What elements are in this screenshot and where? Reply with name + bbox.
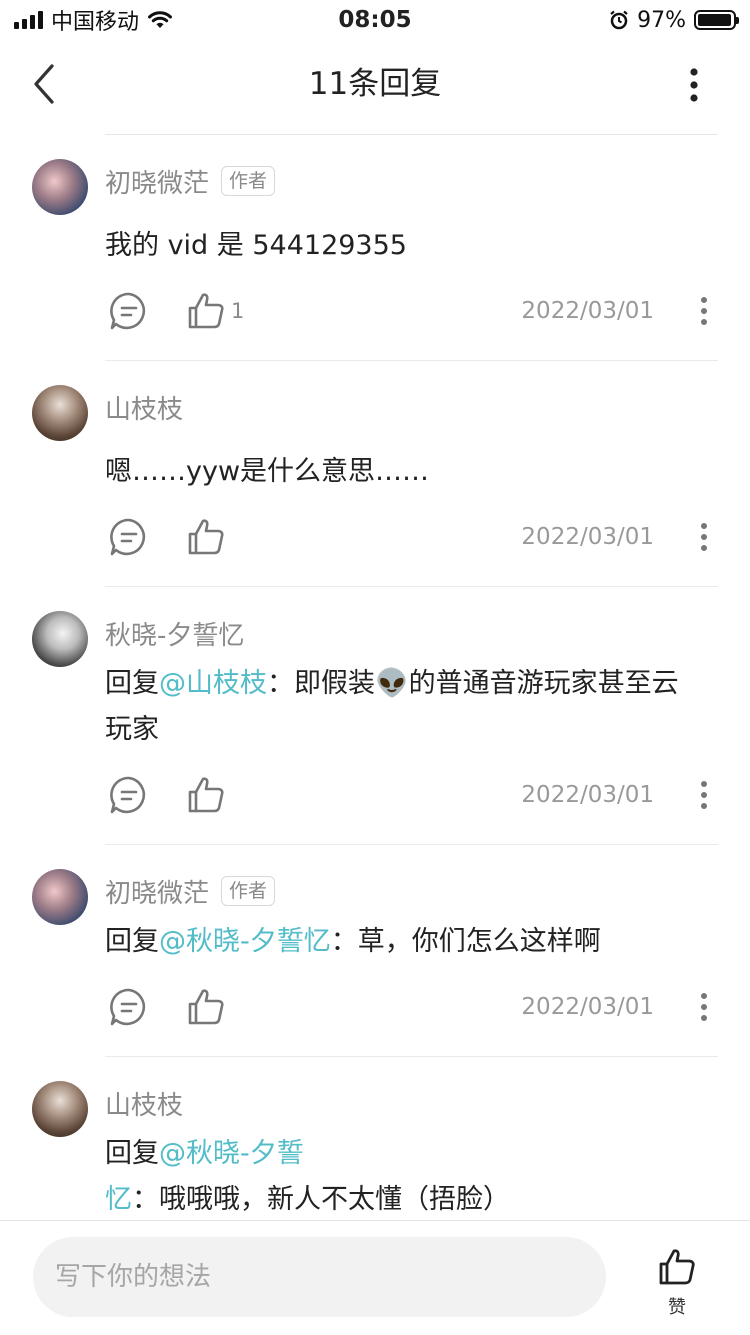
mention-link[interactable]: @秋晓-夕誓忆 — [159, 926, 331, 957]
username[interactable]: 初晓微茫 — [105, 163, 209, 200]
like-button[interactable] — [187, 515, 225, 559]
more-vertical-icon[interactable] — [696, 779, 712, 811]
thumbs-up-icon — [188, 519, 224, 555]
comment-body: ：哦哦哦，新人不太懂（捂脸） — [132, 1184, 510, 1215]
nav-bar: 11条回复 — [0, 40, 750, 134]
comment-actions: 1 2022/03/01 — [105, 289, 718, 333]
battery-icon — [694, 10, 739, 30]
avatar[interactable] — [32, 159, 88, 215]
page-title: 11条回复 — [308, 66, 442, 102]
author-badge: 作者 — [221, 876, 276, 906]
back-chevron-icon[interactable] — [28, 62, 68, 106]
comment-item: 初晓微茫 作者 我的 vid 是 544129355 1 2022/03/01 — [0, 135, 750, 361]
reply-prefix: 回复 — [105, 926, 159, 957]
more-vertical-icon[interactable] — [696, 991, 712, 1023]
comment-text: 嗯……yyw是什么意思…… — [105, 449, 705, 495]
thumbs-up-icon — [188, 777, 224, 813]
comment-item: 山枝枝 回复@秋晓-夕誓忆：哦哦哦，新人不太懂（捂脸） — [0, 1057, 750, 1227]
author-row: 山枝枝 — [105, 387, 183, 427]
username[interactable]: 山枝枝 — [105, 1085, 183, 1122]
author-badge: 作者 — [221, 166, 276, 196]
like-button[interactable] — [187, 773, 225, 817]
author-row: 初晓微茫 作者 — [105, 161, 276, 201]
like-label: 赞 — [668, 1297, 686, 1318]
status-bar: 中国移动 08:05 97% — [0, 0, 750, 40]
reply-bubble-icon[interactable] — [109, 987, 149, 1027]
comment-body: 嗯……yyw是什么意思…… — [105, 456, 430, 487]
like-count: 1 — [231, 299, 245, 323]
author-row: 初晓微茫 作者 — [105, 871, 276, 911]
comment-actions: 2022/03/01 — [105, 773, 718, 817]
comment-body: ：即假装 — [267, 668, 375, 699]
thumbs-up-icon — [659, 1249, 695, 1285]
reply-prefix: 回复 — [105, 668, 159, 699]
thumbs-up-icon — [188, 293, 224, 329]
battery-percent: 97% — [637, 7, 686, 33]
comment-text: 我的 vid 是 544129355 — [105, 223, 705, 269]
comment-actions: 2022/03/01 — [105, 515, 718, 559]
avatar[interactable] — [32, 385, 88, 441]
more-vertical-icon[interactable] — [696, 521, 712, 553]
comment-item: 秋晓-夕誓忆 回复@山枝枝：即假装👽的普通音游玩家甚至云玩家 2022/03/0… — [0, 587, 750, 845]
bottom-bar: 赞 — [0, 1220, 750, 1335]
comment-body: 我的 vid 是 544129355 — [105, 230, 407, 261]
comment-date: 2022/03/01 — [521, 994, 654, 1020]
avatar[interactable] — [32, 611, 88, 667]
username[interactable]: 秋晓-夕誓忆 — [105, 615, 244, 652]
thumbs-up-icon — [188, 989, 224, 1025]
more-vertical-icon[interactable] — [682, 68, 706, 102]
status-right: 97% — [609, 4, 739, 36]
avatar[interactable] — [32, 1081, 88, 1137]
alarm-icon — [610, 10, 628, 30]
reply-prefix: 回复 — [105, 1138, 159, 1169]
like-button[interactable] — [187, 985, 225, 1029]
like-post-button[interactable]: 赞 — [652, 1247, 702, 1327]
more-vertical-icon[interactable] — [696, 295, 712, 327]
comment-body: ：草，你们怎么这样啊 — [330, 926, 601, 957]
comment-item: 初晓微茫 作者 回复@秋晓-夕誓忆：草，你们怎么这样啊 2022/03/01 — [0, 845, 750, 1057]
comment-date: 2022/03/01 — [521, 782, 654, 808]
username[interactable]: 山枝枝 — [105, 389, 183, 426]
reply-bubble-icon[interactable] — [109, 517, 149, 557]
like-button[interactable]: 1 — [187, 289, 244, 333]
comment-actions: 2022/03/01 — [105, 985, 718, 1029]
avatar[interactable] — [32, 869, 88, 925]
mention-link[interactable]: @山枝枝 — [159, 668, 267, 699]
comment-input[interactable] — [33, 1237, 606, 1317]
author-row: 秋晓-夕誓忆 — [105, 613, 244, 653]
comment-text: 回复@秋晓-夕誓忆：草，你们怎么这样啊 — [105, 919, 705, 965]
alien-emoji: 👽 — [375, 668, 409, 699]
author-row: 山枝枝 — [105, 1083, 183, 1123]
reply-bubble-icon[interactable] — [109, 775, 149, 815]
comment-item: 山枝枝 嗯……yyw是什么意思…… 2022/03/01 — [0, 361, 750, 587]
comment-text: 回复@山枝枝：即假装👽的普通音游玩家甚至云玩家 — [105, 661, 705, 753]
comment-date: 2022/03/01 — [521, 298, 654, 324]
username[interactable]: 初晓微茫 — [105, 873, 209, 910]
reply-bubble-icon[interactable] — [109, 291, 149, 331]
comment-text: 回复@秋晓-夕誓忆：哦哦哦，新人不太懂（捂脸） — [105, 1131, 705, 1223]
comment-date: 2022/03/01 — [521, 524, 654, 550]
